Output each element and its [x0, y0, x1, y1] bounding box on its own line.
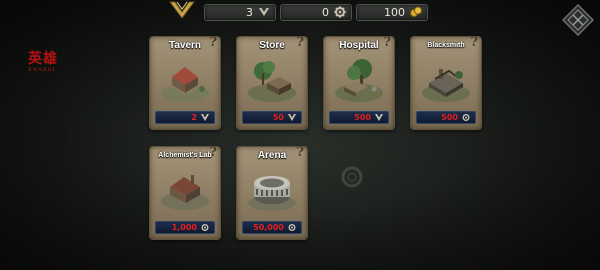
hospital-building-icon — [335, 59, 383, 102]
gear-resource-icon — [334, 6, 346, 18]
cost-value: 500 — [354, 113, 371, 122]
cost-value: 50 — [272, 113, 284, 122]
hero-token-icon — [375, 114, 383, 121]
help-icon[interactable]: ? — [296, 35, 304, 50]
gear-resource-icon — [288, 224, 296, 231]
help-icon[interactable]: ? — [470, 35, 478, 50]
tavern-building-icon — [161, 67, 209, 102]
building-card-blacksmith[interactable]: Blacksmith ? 500 — [411, 35, 481, 129]
gear-resource-counter: 0 — [280, 4, 352, 21]
building-card-alchemists-lab[interactable]: Alchemist's Lab ? 1,000 — [150, 145, 220, 239]
gear-resource-icon — [201, 224, 209, 231]
cost-badge: 50 — [242, 111, 302, 124]
gear-resource-icon — [462, 114, 470, 121]
hero-token-icon — [259, 8, 269, 16]
store-building-icon — [248, 61, 296, 102]
help-icon[interactable]: ? — [209, 145, 217, 160]
site-logo: 英雄 ENSZSI — [28, 51, 58, 73]
building-card-tavern[interactable]: Tavern ? 2 — [150, 35, 220, 129]
cost-badge: 1,000 — [155, 221, 215, 234]
cost-badge: 50,000 — [242, 221, 302, 234]
menu-diamond-button[interactable] — [562, 4, 594, 36]
blacksmith-building-icon — [422, 69, 470, 102]
cost-badge: 2 — [155, 111, 215, 124]
guild-emblem-icon[interactable] — [168, 0, 196, 22]
gear-resource-value: 0 — [322, 6, 329, 19]
building-card-arena[interactable]: Arena ? 50,000 — [237, 145, 307, 239]
center-rune-decoration — [341, 166, 363, 188]
help-icon[interactable]: ? — [209, 35, 217, 50]
arena-building-icon — [248, 176, 296, 211]
help-icon[interactable]: ? — [296, 145, 304, 160]
hero-token-value: 3 — [246, 6, 253, 19]
cost-value: 2 — [191, 113, 197, 122]
gold-coin-icon — [410, 6, 422, 17]
alchemists-lab-building-icon — [161, 175, 209, 210]
cost-badge: 500 — [329, 111, 389, 124]
hero-token-icon — [201, 114, 209, 121]
gold-value: 100 — [384, 6, 405, 19]
cost-value: 500 — [441, 113, 458, 122]
cost-value: 1,000 — [171, 223, 197, 232]
building-card-store[interactable]: Store ? 50 — [237, 35, 307, 129]
building-card-hospital[interactable]: Hospital ? 500 — [324, 35, 394, 129]
cost-value: 50,000 — [253, 223, 284, 232]
help-icon[interactable]: ? — [383, 35, 391, 50]
cost-badge: 500 — [416, 111, 476, 124]
hero-token-icon — [288, 114, 296, 121]
hero-token-counter: 3 — [204, 4, 276, 21]
gold-counter: 100 — [356, 4, 428, 21]
